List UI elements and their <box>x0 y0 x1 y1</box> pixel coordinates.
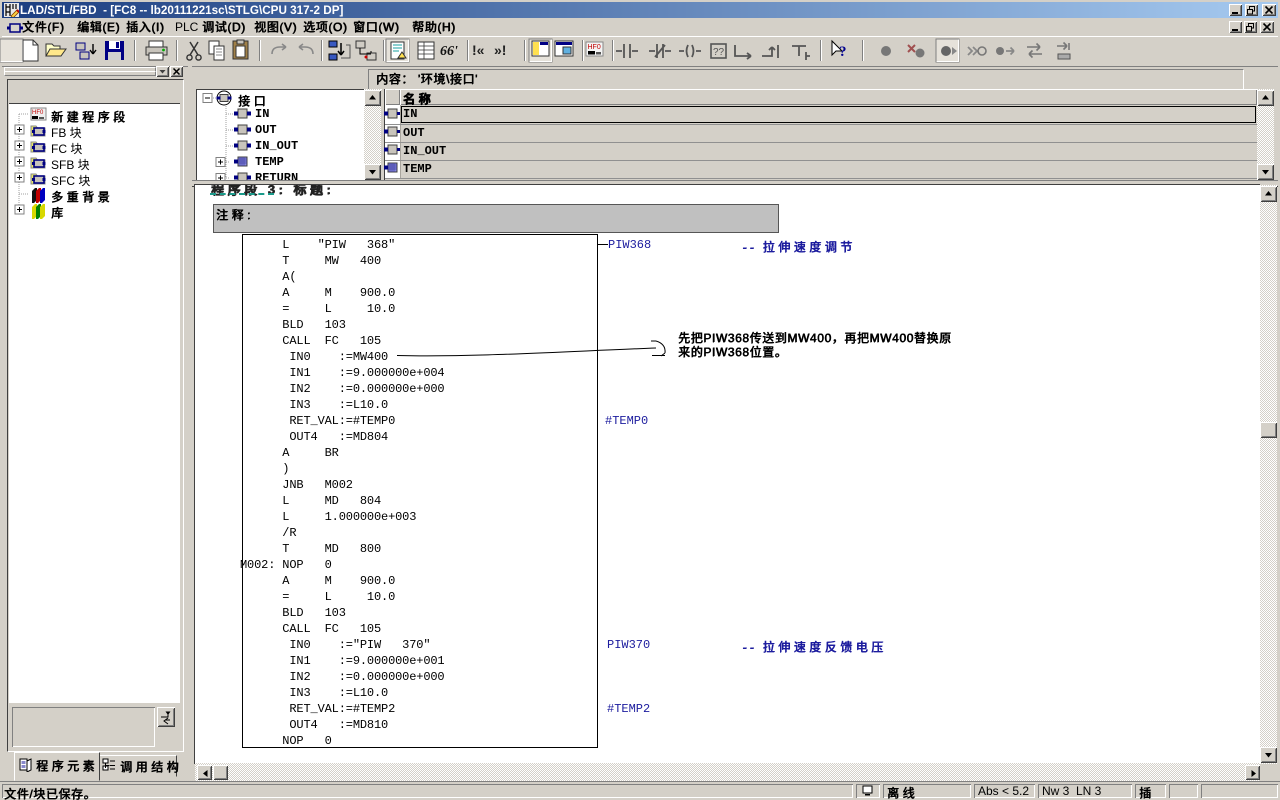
svg-text:HF0: HF0 <box>32 110 44 116</box>
svg-text:?: ? <box>839 44 847 60</box>
svg-text:HF0: HF0 <box>588 44 601 51</box>
svg-text:66': 66' <box>440 44 458 59</box>
svg-text:!«: !« <box>472 42 485 58</box>
svg-text:»!: »! <box>494 42 506 58</box>
svg-text:??: ?? <box>713 47 725 58</box>
